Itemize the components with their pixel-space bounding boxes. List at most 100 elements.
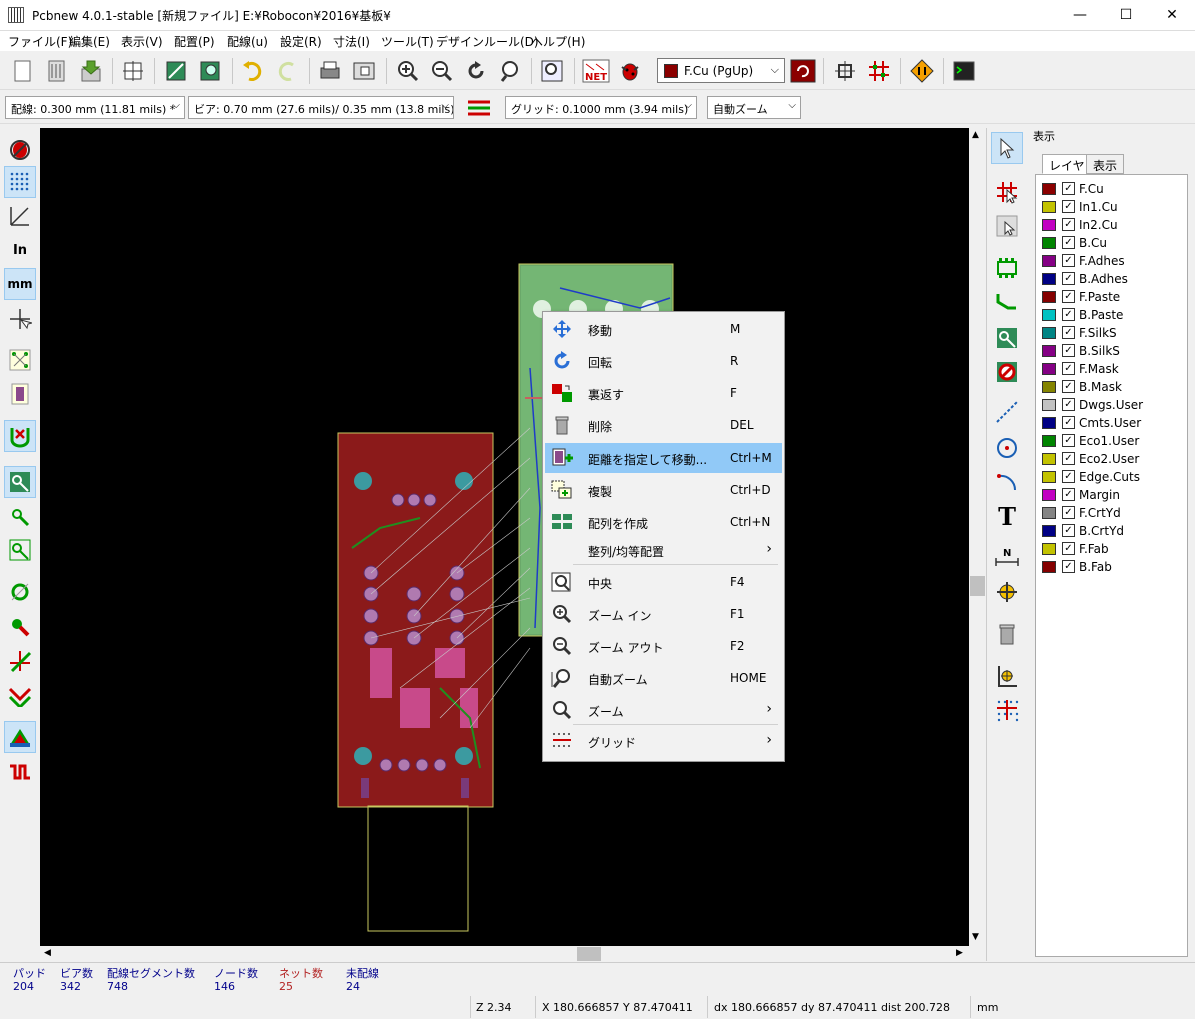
layer-color-swatch[interactable]: [1042, 489, 1056, 501]
layer-row[interactable]: ✓ B.CrtYd: [1042, 522, 1182, 540]
drc-icon[interactable]: [616, 57, 644, 85]
menu-dimensions[interactable]: 寸法(I): [333, 33, 370, 50]
mode-track-icon[interactable]: [865, 57, 893, 85]
delete-tool-icon[interactable]: [991, 618, 1023, 650]
show-zones-icon[interactable]: [4, 466, 36, 498]
minimize-button[interactable]: —: [1057, 0, 1103, 30]
vertical-scrollbar[interactable]: ▲ ▼: [969, 128, 986, 946]
add-circle-icon[interactable]: [991, 432, 1023, 464]
layer-color-swatch[interactable]: [1042, 327, 1056, 339]
highlight-net-icon[interactable]: [991, 176, 1023, 208]
layer-row[interactable]: ✓ Eco1.User: [1042, 432, 1182, 450]
scroll-up-icon[interactable]: ▲: [972, 130, 979, 140]
menu-file[interactable]: ファイル(F): [8, 33, 72, 50]
context-menu-item[interactable]: 複製 Ctrl+D: [545, 475, 782, 505]
layer-visible-checkbox[interactable]: ✓: [1062, 398, 1075, 411]
scripting-console-icon[interactable]: [950, 57, 978, 85]
maximize-button[interactable]: ☐: [1103, 0, 1149, 30]
layer-color-swatch[interactable]: [1042, 417, 1056, 429]
layer-color-swatch[interactable]: [1042, 255, 1056, 267]
undo-icon[interactable]: [239, 57, 267, 85]
page-settings-icon[interactable]: [119, 57, 147, 85]
module-ratsnest-icon[interactable]: [4, 378, 36, 410]
layer-visible-checkbox[interactable]: ✓: [1062, 524, 1075, 537]
layer-row[interactable]: ✓ F.Mask: [1042, 360, 1182, 378]
layer-visible-checkbox[interactable]: ✓: [1062, 380, 1075, 393]
layer-row[interactable]: ✓ B.SilkS: [1042, 342, 1182, 360]
layer-row[interactable]: ✓ B.Mask: [1042, 378, 1182, 396]
microwave-toolbar-icon[interactable]: [4, 721, 36, 753]
drc-off-icon[interactable]: [4, 133, 36, 165]
layer-visible-checkbox[interactable]: ✓: [1062, 470, 1075, 483]
layer-row[interactable]: ✓ F.Fab: [1042, 540, 1182, 558]
grid-toggle-icon[interactable]: [4, 166, 36, 198]
context-menu-item[interactable]: ズーム アウト F2: [545, 631, 782, 661]
layer-color-swatch[interactable]: [1042, 219, 1056, 231]
close-button[interactable]: ✕: [1149, 0, 1195, 30]
ratsnest-icon[interactable]: [4, 344, 36, 376]
layer-color-swatch[interactable]: [1042, 435, 1056, 447]
layer-row[interactable]: ✓ B.Adhes: [1042, 270, 1182, 288]
menu-route[interactable]: 配線(u): [227, 33, 268, 50]
active-layer-select[interactable]: F.Cu (PgUp) ⌵: [657, 58, 785, 83]
set-origin-icon[interactable]: [991, 660, 1023, 692]
zoom-out-icon[interactable]: [428, 57, 456, 85]
vertical-scroll-thumb[interactable]: [970, 576, 985, 596]
layer-color-swatch[interactable]: [1042, 561, 1056, 573]
layer-row[interactable]: ✓ F.CrtYd: [1042, 504, 1182, 522]
layer-visible-checkbox[interactable]: ✓: [1062, 200, 1075, 213]
auto-delete-track-icon[interactable]: [4, 420, 36, 452]
track-width-select[interactable]: 配線: 0.300 mm (11.81 mils) * ⌵: [5, 96, 185, 119]
menu-preferences[interactable]: 設定(R): [280, 33, 322, 50]
context-menu-item[interactable]: 距離を指定して移動... Ctrl+M: [545, 443, 782, 473]
layer-pair-icon[interactable]: [789, 57, 817, 85]
zoom-select[interactable]: 自動ズーム ⌵: [707, 96, 801, 119]
add-keepout-icon[interactable]: [991, 356, 1023, 388]
add-dimension-icon[interactable]: N: [991, 542, 1023, 574]
menu-view[interactable]: 表示(V): [121, 33, 163, 50]
pads-sketch-icon[interactable]: [4, 576, 36, 608]
scroll-down-icon[interactable]: ▼: [972, 932, 979, 942]
layer-row[interactable]: ✓ F.SilkS: [1042, 324, 1182, 342]
menu-edit[interactable]: 編集(E): [69, 33, 110, 50]
set-grid-origin-icon[interactable]: [991, 694, 1023, 726]
autoroute-icon[interactable]: [908, 57, 936, 85]
layer-visible-checkbox[interactable]: ✓: [1062, 290, 1075, 303]
layer-visible-checkbox[interactable]: ✓: [1062, 506, 1075, 519]
context-menu-item[interactable]: 削除 DEL: [545, 410, 782, 440]
layer-color-swatch[interactable]: [1042, 273, 1056, 285]
menu-tools[interactable]: ツール(T): [381, 33, 434, 50]
horizontal-scrollbar[interactable]: ◀ ▶: [40, 946, 969, 962]
pcb-canvas[interactable]: [40, 128, 969, 946]
context-menu-item[interactable]: 回転 R: [545, 346, 782, 376]
context-menu-item[interactable]: 自動ズーム HOME: [545, 663, 782, 693]
layer-row[interactable]: ✓ F.Cu: [1042, 180, 1182, 198]
redo-icon[interactable]: [273, 57, 301, 85]
cursor-shape-icon[interactable]: [4, 303, 36, 335]
layer-row[interactable]: ✓ Cmts.User: [1042, 414, 1182, 432]
layer-visible-checkbox[interactable]: ✓: [1062, 326, 1075, 339]
layer-color-swatch[interactable]: [1042, 309, 1056, 321]
context-menu-item[interactable]: 配列を作成 Ctrl+N: [545, 507, 782, 537]
layer-color-swatch[interactable]: [1042, 201, 1056, 213]
layer-visible-checkbox[interactable]: ✓: [1062, 362, 1075, 375]
layer-row[interactable]: ✓ Eco2.User: [1042, 450, 1182, 468]
polar-coords-icon[interactable]: [4, 200, 36, 232]
via-size-select[interactable]: ビア: 0.70 mm (27.6 mils)/ 0.35 mm (13.8 m…: [188, 96, 454, 119]
microwave-shape-icon[interactable]: [4, 756, 36, 788]
open-board-icon[interactable]: [43, 57, 71, 85]
local-ratsnest-icon[interactable]: [991, 210, 1023, 242]
add-track-icon[interactable]: [991, 286, 1023, 318]
layer-visible-checkbox[interactable]: ✓: [1062, 560, 1075, 573]
plot-icon[interactable]: [350, 57, 378, 85]
find-icon[interactable]: [538, 57, 566, 85]
layer-row[interactable]: ✓ F.Paste: [1042, 288, 1182, 306]
layer-color-swatch[interactable]: [1042, 237, 1056, 249]
layer-color-swatch[interactable]: [1042, 543, 1056, 555]
netlist-icon[interactable]: NET: [582, 57, 610, 85]
layer-visible-checkbox[interactable]: ✓: [1062, 452, 1075, 465]
layer-visible-checkbox[interactable]: ✓: [1062, 434, 1075, 447]
zoom-redraw-icon[interactable]: [462, 57, 490, 85]
layer-visible-checkbox[interactable]: ✓: [1062, 236, 1075, 249]
module-editor-icon[interactable]: [162, 57, 190, 85]
